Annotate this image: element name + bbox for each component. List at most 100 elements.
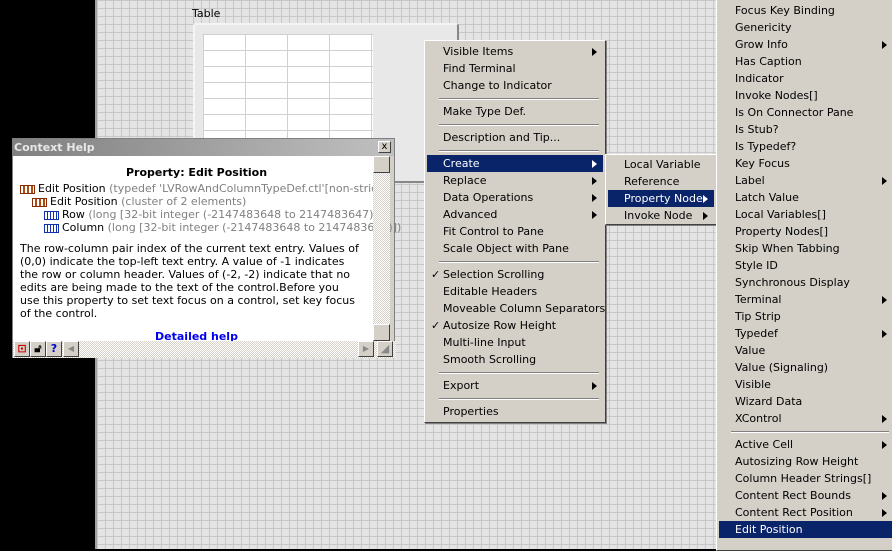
menu-item-description-and-tip[interactable]: Description and Tip...	[427, 129, 603, 146]
menu-item-latch-value[interactable]: Latch Value	[719, 189, 892, 206]
menu-item-change-to-indicator[interactable]: Change to Indicator	[427, 77, 603, 94]
element-name: Row	[62, 208, 85, 221]
menu-item-label: Find Terminal	[443, 62, 516, 75]
help-toolbar: ⊡ 🔓︎ ? ◀ ▶ ◢	[13, 341, 396, 358]
menu-item-autosizing-row-height[interactable]: Autosizing Row Height	[719, 453, 892, 470]
menu-item-style-id[interactable]: Style ID	[719, 257, 892, 274]
menu-item-label[interactable]: Label	[719, 172, 892, 189]
menu-item-wizard-data[interactable]: Wizard Data	[719, 393, 892, 410]
menu-item-label: Editable Headers	[443, 285, 538, 298]
menu-item-label: Key Focus	[735, 157, 790, 170]
menu-item-column-header-strings[interactable]: Column Header Strings[]	[719, 470, 892, 487]
submenu-arrow-icon	[592, 177, 597, 185]
menu-item-moveable-column-separators[interactable]: Moveable Column Separators	[427, 300, 605, 317]
resize-grip-icon[interactable]: ◢	[377, 341, 393, 357]
menu-item-visible[interactable]: Visible	[719, 376, 892, 393]
menu-item-is-on-connector-pane[interactable]: Is On Connector Pane	[719, 104, 892, 121]
menu-item-value[interactable]: Value	[719, 342, 892, 359]
menu-item-tip-strip[interactable]: Tip Strip	[719, 308, 892, 325]
menu-item-label: Invoke Nodes[]	[735, 89, 818, 102]
menu-item-synchronous-display[interactable]: Synchronous Display	[719, 274, 892, 291]
menu-item-label: Skip When Tabbing	[735, 242, 840, 255]
menu-item-visible-items[interactable]: Visible Items	[427, 43, 603, 60]
submenu-arrow-icon	[882, 415, 887, 423]
menu-item-property-node[interactable]: Property Node	[608, 190, 714, 207]
menu-item-properties[interactable]: Properties	[427, 403, 603, 420]
menu-item-autosize-row-height[interactable]: ✓ Autosize Row Height	[427, 317, 603, 334]
menu-item-export[interactable]: Export	[427, 377, 603, 394]
menu-item-content-rect-position[interactable]: Content Rect Position	[719, 504, 892, 521]
submenu-arrow-icon	[703, 195, 708, 203]
menu-item-invoke-nodes[interactable]: Invoke Nodes[]	[719, 87, 892, 104]
menu-item-label: Terminal	[735, 293, 782, 306]
menu-item-key-focus[interactable]: Key Focus	[719, 155, 892, 172]
menu-item-make-type-def[interactable]: Make Type Def.	[427, 103, 603, 120]
help-icon[interactable]: ?	[46, 341, 62, 357]
menu-separator	[439, 150, 599, 152]
close-button[interactable]: x	[378, 141, 391, 153]
menu-separator	[439, 124, 599, 126]
menu-item-local-variables[interactable]: Local Variables[]	[719, 206, 892, 223]
menu-item-reference[interactable]: Reference	[608, 173, 714, 190]
menu-item-create[interactable]: Create	[427, 155, 603, 172]
menu-item-label: Smooth Scrolling	[443, 353, 537, 366]
lock-icon[interactable]: 🔓︎	[30, 341, 46, 357]
menu-item-content-rect-bounds[interactable]: Content Rect Bounds	[719, 487, 892, 504]
menu-item-label: Label	[735, 174, 765, 187]
scroll-right-button[interactable]: ▶	[358, 341, 374, 357]
element-type: (typedef 'LVRowAndColumnTypeDef.ctl'[non…	[109, 182, 391, 195]
menu-item-is-typedef[interactable]: Is Typedef?	[719, 138, 892, 155]
menu-item-indicator[interactable]: Indicator	[719, 70, 892, 87]
menu-item-is-stub[interactable]: Is Stub?	[719, 121, 892, 138]
element-type: (cluster of 2 elements)	[121, 195, 247, 208]
menu-item-focus-key-binding[interactable]: Focus Key Binding	[719, 2, 892, 19]
menu-item-property-nodes[interactable]: Property Nodes[]	[719, 223, 892, 240]
menu-item-multi-line-input[interactable]: Multi-line Input	[427, 334, 603, 351]
menu-item-typedef[interactable]: Typedef	[719, 325, 892, 342]
menu-item-label: Local Variables[]	[735, 208, 826, 221]
menu-item-invoke-node[interactable]: Invoke Node	[608, 207, 714, 224]
menu-item-selection-scrolling[interactable]: ✓ Selection Scrolling	[427, 266, 603, 283]
menu-item-label: Fit Control to Pane	[443, 225, 544, 238]
menu-item-label: Multi-line Input	[443, 336, 526, 349]
menu-item-advanced[interactable]: Advanced	[427, 206, 603, 223]
menu-item-label: Wizard Data	[735, 395, 803, 408]
menu-item-scale-object-with-pane[interactable]: Scale Object with Pane	[427, 240, 603, 257]
menu-item-edit-position[interactable]: Edit Position	[719, 521, 892, 538]
menu-item-label: Style ID	[735, 259, 778, 272]
menu-item-skip-when-tabbing[interactable]: Skip When Tabbing	[719, 240, 892, 257]
menu-item-fit-control-to-pane[interactable]: Fit Control to Pane	[427, 223, 603, 240]
menu-item-smooth-scrolling[interactable]: Smooth Scrolling	[427, 351, 603, 368]
menu-item-active-cell[interactable]: Active Cell	[719, 436, 892, 453]
menu-item-replace[interactable]: Replace	[427, 172, 603, 189]
menu-item-label: Description and Tip...	[443, 131, 561, 144]
scroll-down-button[interactable]	[373, 324, 390, 341]
submenu-arrow-icon	[592, 382, 597, 390]
cluster-icon	[32, 197, 47, 207]
menu-item-data-operations[interactable]: Data Operations	[427, 189, 603, 206]
vertical-scrollbar[interactable]	[373, 156, 390, 341]
menu-item-label: Column Header Strings[]	[735, 472, 872, 485]
menu-item-label: Active Cell	[735, 438, 794, 451]
element-type: (long [32-bit integer (-2147483648 to 21…	[88, 208, 383, 221]
menu-item-genericity[interactable]: Genericity	[719, 19, 892, 36]
menu-item-label: Property Nodes[]	[735, 225, 829, 238]
create-submenu: Local Variable Reference Property Node Invo…	[605, 154, 717, 225]
scroll-up-button[interactable]	[373, 156, 390, 173]
scroll-left-button[interactable]: ◀	[63, 341, 79, 357]
menu-separator	[439, 98, 599, 100]
element-name: Edit Position	[38, 182, 106, 195]
menu-item-label: Properties	[443, 405, 499, 418]
context-help-title: Context Help	[13, 139, 394, 156]
menu-item-has-caption[interactable]: Has Caption	[719, 53, 892, 70]
menu-item-xcontrol[interactable]: XControl	[719, 410, 892, 427]
menu-item-terminal[interactable]: Terminal	[719, 291, 892, 308]
menu-item-label: Create	[443, 157, 480, 170]
menu-item-editable-headers[interactable]: Editable Headers	[427, 283, 603, 300]
menu-item-find-terminal[interactable]: Find Terminal	[427, 60, 603, 77]
show-optional-terminals-icon[interactable]: ⊡	[14, 341, 30, 357]
menu-item-label: Autosize Row Height	[443, 319, 557, 332]
menu-item-grow-info[interactable]: Grow Info	[719, 36, 892, 53]
menu-item-value-signaling[interactable]: Value (Signaling)	[719, 359, 892, 376]
menu-item-local-variable[interactable]: Local Variable	[608, 156, 714, 173]
